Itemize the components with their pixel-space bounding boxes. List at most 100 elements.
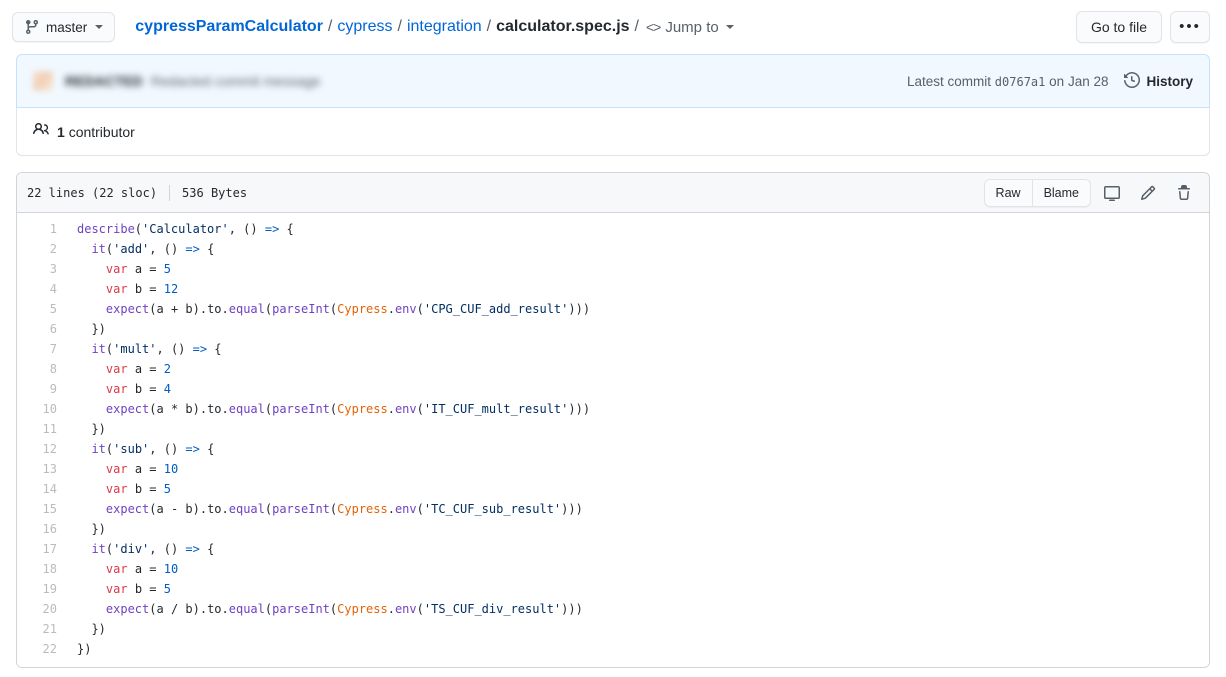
breadcrumb-link-integration[interactable]: integration bbox=[407, 18, 482, 36]
code-token: 5 bbox=[164, 262, 171, 276]
line-number[interactable]: 4 bbox=[17, 279, 67, 299]
code-token bbox=[77, 482, 106, 496]
line-number[interactable]: 17 bbox=[17, 539, 67, 559]
latest-commit-bar: REDACTED Redacted commit message Latest … bbox=[16, 54, 1210, 108]
code-token: var bbox=[106, 362, 128, 376]
code-token: 'CPG_CUF_add_result' bbox=[424, 302, 569, 316]
blame-button[interactable]: Blame bbox=[1032, 180, 1090, 206]
code-token: , () bbox=[229, 222, 265, 236]
line-number[interactable]: 1 bbox=[17, 219, 67, 239]
line-number[interactable]: 22 bbox=[17, 639, 67, 659]
avatar[interactable] bbox=[33, 71, 53, 91]
jump-to-button[interactable]: <> Jump to bbox=[646, 19, 734, 36]
line-number[interactable]: 10 bbox=[17, 399, 67, 419]
line-number[interactable]: 6 bbox=[17, 319, 67, 339]
code-line: 17 it('div', () => { bbox=[17, 539, 1209, 559]
code-token: a = bbox=[128, 462, 164, 476]
code-token: (a - b).to. bbox=[149, 502, 228, 516]
line-number[interactable]: 18 bbox=[17, 559, 67, 579]
code-token: b = bbox=[128, 382, 164, 396]
code-token: (a + b).to. bbox=[149, 302, 228, 316]
code-token: 'div' bbox=[113, 542, 149, 556]
line-number[interactable]: 19 bbox=[17, 579, 67, 599]
line-number[interactable]: 3 bbox=[17, 259, 67, 279]
code-token: equal bbox=[229, 502, 265, 516]
code-line: 4 var b = 12 bbox=[17, 279, 1209, 299]
contributor-count-label[interactable]: 1 contributor bbox=[57, 124, 135, 140]
code-line: 14 var b = 5 bbox=[17, 479, 1209, 499]
go-to-file-button[interactable]: Go to file bbox=[1076, 11, 1162, 43]
people-icon bbox=[33, 121, 49, 142]
code-token: , () bbox=[149, 242, 185, 256]
line-number[interactable]: 20 bbox=[17, 599, 67, 619]
file-header-bar: 22 lines (22 sloc) 536 Bytes Raw Blame bbox=[17, 173, 1209, 213]
code-token bbox=[77, 282, 106, 296]
code-token bbox=[77, 362, 106, 376]
code-token: var bbox=[106, 282, 128, 296]
breadcrumb-repo-link[interactable]: cypressParamCalculator bbox=[135, 18, 323, 36]
line-number[interactable]: 9 bbox=[17, 379, 67, 399]
code-token: , () bbox=[149, 542, 185, 556]
code-line: 2 it('add', () => { bbox=[17, 239, 1209, 259]
file-line-count: 22 lines (22 sloc) bbox=[27, 186, 157, 200]
repository-summary: REDACTED Redacted commit message Latest … bbox=[16, 54, 1210, 156]
raw-button[interactable]: Raw bbox=[985, 180, 1032, 206]
commit-sha[interactable]: d0767a1 bbox=[995, 75, 1046, 89]
line-content: expect(a + b).to.equal(parseInt(Cypress.… bbox=[67, 299, 590, 319]
code-token: describe bbox=[77, 222, 135, 236]
code-token: ( bbox=[135, 222, 142, 236]
code-token: it bbox=[91, 442, 105, 456]
line-number[interactable]: 11 bbox=[17, 419, 67, 439]
code-token: parseInt bbox=[272, 502, 330, 516]
code-token: 10 bbox=[164, 462, 178, 476]
code-token: . bbox=[388, 602, 395, 616]
file-stats-divider bbox=[169, 185, 170, 201]
code-token: 'TC_CUF_sub_result' bbox=[424, 502, 561, 516]
code-token: b = bbox=[128, 582, 164, 596]
code-token bbox=[77, 242, 91, 256]
file-navigation-bar: master cypressParamCalculator / cypress … bbox=[0, 0, 1226, 54]
line-number[interactable]: 16 bbox=[17, 519, 67, 539]
commit-message[interactable]: Redacted commit message bbox=[151, 73, 321, 89]
code-token: it bbox=[91, 342, 105, 356]
line-number[interactable]: 14 bbox=[17, 479, 67, 499]
line-number[interactable]: 8 bbox=[17, 359, 67, 379]
branch-name-label: master bbox=[46, 20, 87, 35]
breadcrumb-link-cypress[interactable]: cypress bbox=[337, 18, 392, 36]
code-token: it bbox=[91, 242, 105, 256]
line-content: var b = 5 bbox=[67, 579, 171, 599]
code-token: env bbox=[395, 502, 417, 516]
code-token: Cypress bbox=[337, 502, 388, 516]
line-content: expect(a / b).to.equal(parseInt(Cypress.… bbox=[67, 599, 583, 619]
code-token: expect bbox=[106, 302, 149, 316]
more-options-button[interactable]: ••• bbox=[1170, 11, 1210, 43]
code-token: var bbox=[106, 582, 128, 596]
breadcrumb-separator: / bbox=[487, 18, 491, 36]
branch-selector-button[interactable]: master bbox=[12, 12, 115, 42]
line-content: }) bbox=[67, 519, 106, 539]
code-token: => bbox=[185, 242, 199, 256]
code-token: expect bbox=[106, 502, 149, 516]
code-token: env bbox=[395, 402, 417, 416]
line-number[interactable]: 21 bbox=[17, 619, 67, 639]
code-token bbox=[77, 442, 91, 456]
code-token: (a / b).to. bbox=[149, 602, 228, 616]
desktop-download-icon[interactable] bbox=[1097, 179, 1127, 207]
line-number[interactable]: 7 bbox=[17, 339, 67, 359]
line-number[interactable]: 5 bbox=[17, 299, 67, 319]
line-number[interactable]: 2 bbox=[17, 239, 67, 259]
commit-author-link[interactable]: REDACTED bbox=[65, 73, 143, 89]
line-number[interactable]: 12 bbox=[17, 439, 67, 459]
trash-icon[interactable] bbox=[1169, 179, 1199, 207]
line-number[interactable]: 15 bbox=[17, 499, 67, 519]
code-token: }) bbox=[77, 522, 106, 536]
history-link[interactable]: History bbox=[1124, 72, 1193, 91]
pencil-icon[interactable] bbox=[1133, 179, 1163, 207]
code-token: { bbox=[279, 222, 293, 236]
code-token: expect bbox=[106, 602, 149, 616]
line-content: var a = 2 bbox=[67, 359, 171, 379]
code-token: var bbox=[106, 462, 128, 476]
line-content: expect(a - b).to.equal(parseInt(Cypress.… bbox=[67, 499, 583, 519]
line-number[interactable]: 13 bbox=[17, 459, 67, 479]
code-token: 2 bbox=[164, 362, 171, 376]
